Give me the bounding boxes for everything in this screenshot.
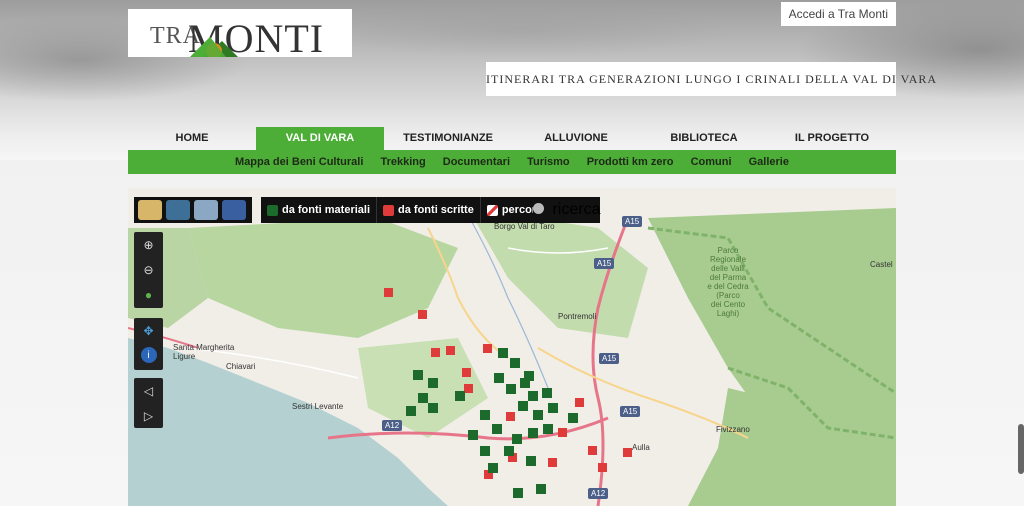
road-shield: A15 [599,353,620,364]
history-controls: ◁ ▷ [134,378,163,428]
zoom-controls: ⊕ ⊖ ● [134,232,163,308]
site-logo[interactable]: TRA MONTI [128,9,352,61]
place-label: Chiavari [226,362,256,371]
road-shield: A12 [382,420,403,431]
layer-fonti-scritte-button[interactable]: da fonti scritte [377,197,481,223]
subnav-item-gallerie[interactable]: Gallerie [749,156,789,168]
map-search-toolbar: ricerca [533,197,601,223]
map-overlay-toolbar: da fonti materiali da fonti scritte perc… [261,197,553,223]
map-viewport[interactable]: Borgo Val di Taro Pontremoli Santa Margh… [128,188,896,506]
park-label: Parco Regionale delle Valli del Parma e … [707,246,749,318]
road-shield: A15 [594,258,615,269]
map-canvas[interactable] [128,188,896,506]
search-button[interactable]: ricerca [533,201,600,219]
nav-item-biblioteca[interactable]: BIBLIOTECA [640,127,768,150]
page-container: TRA MONTI Accedi a Tra Monti ITINERARI T… [128,0,936,506]
house-icon [383,204,395,216]
site-tagline: ITINERARI TRA GENERAZIONI LUNGO I CRINAL… [486,62,936,96]
map-base-layer-toolbar [134,197,252,223]
place-label: Santa Margherita Ligure [173,343,235,361]
zoom-next-icon[interactable]: ▷ [139,406,159,425]
mountain-logo-icon [190,37,238,57]
road-shield: A15 [622,216,643,227]
path-icon [486,204,498,216]
place-label: Pontremoli [558,312,597,321]
login-link[interactable]: Accedi a Tra Monti [780,2,896,26]
place-label: Borgo Val di Taro [494,222,555,231]
satellite-layer-icon[interactable] [166,200,190,220]
nav-item-testimonianze[interactable]: TESTIMONIANZE [384,127,512,150]
place-label: Castel [870,260,893,269]
zoom-prev-icon[interactable]: ◁ [139,381,159,400]
subnav-item-comuni[interactable]: Comuni [691,156,732,168]
place-label: Sestri Levante [292,402,344,411]
road-shield: A12 [588,488,609,499]
sub-nav: Mappa dei Beni Culturali Trekking Docume… [128,150,896,174]
subnav-item-turismo[interactable]: Turismo [527,156,570,168]
nav-item-il-progetto[interactable]: IL PROGETTO [768,127,896,150]
road-shield: A15 [620,406,641,417]
subnav-item-documentari[interactable]: Documentari [443,156,510,168]
zoom-out-icon[interactable]: ⊖ [139,260,159,279]
nav-controls: ✥ i [134,318,163,370]
map-layer-icon[interactable] [138,200,162,220]
hybrid-layer-icon[interactable] [194,200,218,220]
tree-icon [267,204,278,216]
zoom-in-icon[interactable]: ⊕ [139,235,159,254]
place-label: Fivizzano [716,425,750,434]
search-icon [533,203,544,214]
nav-item-alluvione[interactable]: ALLUVIONE [512,127,640,150]
pan-icon[interactable]: ✥ [139,321,159,341]
subnav-item-mappa[interactable]: Mappa dei Beni Culturali [235,156,363,168]
layer-fonti-materiali-button[interactable]: da fonti materiali [261,197,378,223]
terrain-layer-icon[interactable] [222,200,246,220]
globe-icon[interactable]: ● [139,286,159,305]
main-nav: HOME VAL DI VARA TESTIMONIANZE ALLUVIONE… [128,127,896,150]
scrollbar[interactable] [1018,424,1024,474]
nav-item-home[interactable]: HOME [128,127,256,150]
subnav-item-prodotti[interactable]: Prodotti km zero [587,156,674,168]
place-label: Aulla [632,443,650,452]
subnav-item-trekking[interactable]: Trekking [380,156,425,168]
info-icon[interactable]: i [140,347,157,363]
nav-item-val-di-vara[interactable]: VAL DI VARA [256,127,384,150]
